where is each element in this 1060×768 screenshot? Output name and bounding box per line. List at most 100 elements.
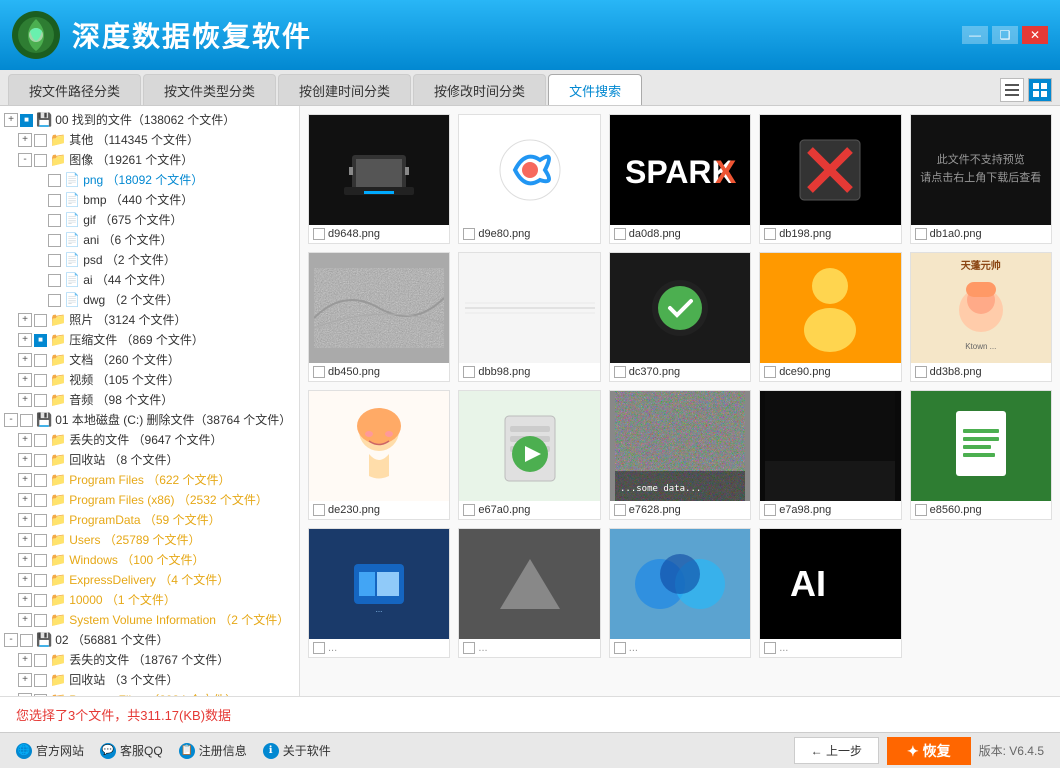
grid-panel[interactable]: d9648.png d9e80.png: [300, 106, 1060, 696]
image-cell-d9e80[interactable]: d9e80.png: [458, 114, 600, 244]
tree-item-recycle1[interactable]: + 📁 回收站 （8 个文件）: [0, 450, 299, 470]
check-other[interactable]: [34, 134, 47, 147]
expand-zip[interactable]: +: [18, 333, 32, 347]
minimize-button[interactable]: —: [962, 26, 988, 44]
check-zip[interactable]: [34, 334, 47, 347]
image-cell-row4-4[interactable]: AI ...: [759, 528, 901, 658]
check-recycle1[interactable]: [34, 454, 47, 467]
tree-item-pf2[interactable]: + 📁 Program Files （2934 个文件）: [0, 690, 299, 696]
check-dwg[interactable]: [48, 294, 61, 307]
image-cell-da0d8[interactable]: SPARK X da0d8.png: [609, 114, 751, 244]
expand-pd1[interactable]: +: [18, 513, 32, 527]
list-view-button[interactable]: [1000, 78, 1024, 102]
check-de230[interactable]: [313, 504, 325, 516]
check-row4-1[interactable]: [313, 642, 325, 654]
check-row4-2[interactable]: [463, 642, 475, 654]
tree-item-pfx86-1[interactable]: + 📁 Program Files (x86) （2532 个文件）: [0, 490, 299, 510]
expand-pf1[interactable]: +: [18, 473, 32, 487]
image-cell-db1a0[interactable]: 此文件不支持预览请点击右上角下载后查看 db1a0.png: [910, 114, 1052, 244]
check-ai[interactable]: [48, 274, 61, 287]
tab-modifytime[interactable]: 按修改时间分类: [413, 74, 546, 105]
check-dbb98[interactable]: [463, 366, 475, 378]
image-cell-db450[interactable]: db450.png: [308, 252, 450, 382]
check-video[interactable]: [34, 374, 47, 387]
check-lost2[interactable]: [34, 654, 47, 667]
image-cell-e7628[interactable]: ...some data... e7628.png: [609, 390, 751, 520]
tree-item-dwg[interactable]: 📄 dwg （2 个文件）: [0, 290, 299, 310]
image-cell-row4-1[interactable]: ... ...: [308, 528, 450, 658]
tab-createtime[interactable]: 按创建时间分类: [278, 74, 411, 105]
tree-item-root2[interactable]: - 💾 02 （56881 个文件）: [0, 630, 299, 650]
check-10000[interactable]: [34, 594, 47, 607]
expand-pfx86-1[interactable]: +: [18, 493, 32, 507]
tree-panel[interactable]: + 💾 00 找到的文件（138062 个文件） + 📁 其他 （114345 …: [0, 106, 300, 696]
check-doc[interactable]: [34, 354, 47, 367]
tree-item-gif[interactable]: 📄 gif （675 个文件）: [0, 210, 299, 230]
tree-item-root1[interactable]: - 💾 01 本地磁盘 (C:) 删除文件（38764 个文件）: [0, 410, 299, 430]
check-e7a98[interactable]: [764, 504, 776, 516]
check-row4-3[interactable]: [614, 642, 626, 654]
check-pf1[interactable]: [34, 474, 47, 487]
check-dc370[interactable]: [614, 366, 626, 378]
link-website[interactable]: 🌐 官方网站: [16, 742, 84, 759]
check-root0[interactable]: [20, 114, 33, 127]
close-button[interactable]: ✕: [1022, 26, 1048, 44]
check-svi[interactable]: [34, 614, 47, 627]
check-dd3b8[interactable]: [915, 366, 927, 378]
tree-item-doc[interactable]: + 📁 文档 （260 个文件）: [0, 350, 299, 370]
grid-view-button[interactable]: [1028, 78, 1052, 102]
expand-users1[interactable]: +: [18, 533, 32, 547]
expand-pf2[interactable]: +: [18, 693, 32, 696]
expand-windows1[interactable]: +: [18, 553, 32, 567]
recover-button[interactable]: ✦ 恢复: [887, 737, 971, 765]
check-e8560[interactable]: [915, 504, 927, 516]
tree-item-png[interactable]: 📄 png （18092 个文件）: [0, 170, 299, 190]
check-root1[interactable]: [20, 414, 33, 427]
check-pfx86-1[interactable]: [34, 494, 47, 507]
expand-root0[interactable]: +: [4, 113, 18, 127]
check-windows1[interactable]: [34, 554, 47, 567]
check-db1a0[interactable]: [915, 228, 927, 240]
expand-root1[interactable]: -: [4, 413, 18, 427]
link-about[interactable]: ℹ 关于软件: [263, 742, 331, 759]
expand-root2[interactable]: -: [4, 633, 18, 647]
tree-item-ani[interactable]: 📄 ani （6 个文件）: [0, 230, 299, 250]
expand-video[interactable]: +: [18, 373, 32, 387]
expand-doc[interactable]: +: [18, 353, 32, 367]
check-da0d8[interactable]: [614, 228, 626, 240]
check-gif[interactable]: [48, 214, 61, 227]
tree-item-pf1[interactable]: + 📁 Program Files （622 个文件）: [0, 470, 299, 490]
expand-recycle2[interactable]: +: [18, 673, 32, 687]
expand-svi[interactable]: +: [18, 613, 32, 627]
check-audio[interactable]: [34, 394, 47, 407]
image-cell-row4-3[interactable]: ...: [609, 528, 751, 658]
image-cell-e7a98[interactable]: e7a98.png: [759, 390, 901, 520]
tree-item-other[interactable]: + 📁 其他 （114345 个文件）: [0, 130, 299, 150]
tree-item-audio[interactable]: + 📁 音频 （98 个文件）: [0, 390, 299, 410]
check-row4-4[interactable]: [764, 642, 776, 654]
image-cell-db198[interactable]: db198.png: [759, 114, 901, 244]
tree-item-bmp[interactable]: 📄 bmp （440 个文件）: [0, 190, 299, 210]
check-pf2[interactable]: [34, 694, 47, 697]
check-bmp[interactable]: [48, 194, 61, 207]
check-psd[interactable]: [48, 254, 61, 267]
check-recycle2[interactable]: [34, 674, 47, 687]
tree-item-pd1[interactable]: + 📁 ProgramData （59 个文件）: [0, 510, 299, 530]
tree-item-video[interactable]: + 📁 视频 （105 个文件）: [0, 370, 299, 390]
tree-item-ai[interactable]: 📄 ai （44 个文件）: [0, 270, 299, 290]
image-cell-dd3b8[interactable]: 天蓬元帅 Ktown ... dd3b8.png: [910, 252, 1052, 382]
check-users1[interactable]: [34, 534, 47, 547]
check-e7628[interactable]: [614, 504, 626, 516]
image-cell-d9648[interactable]: d9648.png: [308, 114, 450, 244]
tree-item-root0[interactable]: + 💾 00 找到的文件（138062 个文件）: [0, 110, 299, 130]
image-cell-e8560[interactable]: e8560.png: [910, 390, 1052, 520]
tree-item-zip[interactable]: + 📁 压缩文件 （869 个文件）: [0, 330, 299, 350]
check-root2[interactable]: [20, 634, 33, 647]
expand-10000[interactable]: +: [18, 593, 32, 607]
maximize-button[interactable]: ❑: [992, 26, 1018, 44]
link-qq[interactable]: 💬 客服QQ: [100, 742, 163, 759]
tree-item-svi[interactable]: + 📁 System Volume Information （2 个文件）: [0, 610, 299, 630]
image-cell-dce90[interactable]: dce90.png: [759, 252, 901, 382]
check-db198[interactable]: [764, 228, 776, 240]
expand-express[interactable]: +: [18, 573, 32, 587]
